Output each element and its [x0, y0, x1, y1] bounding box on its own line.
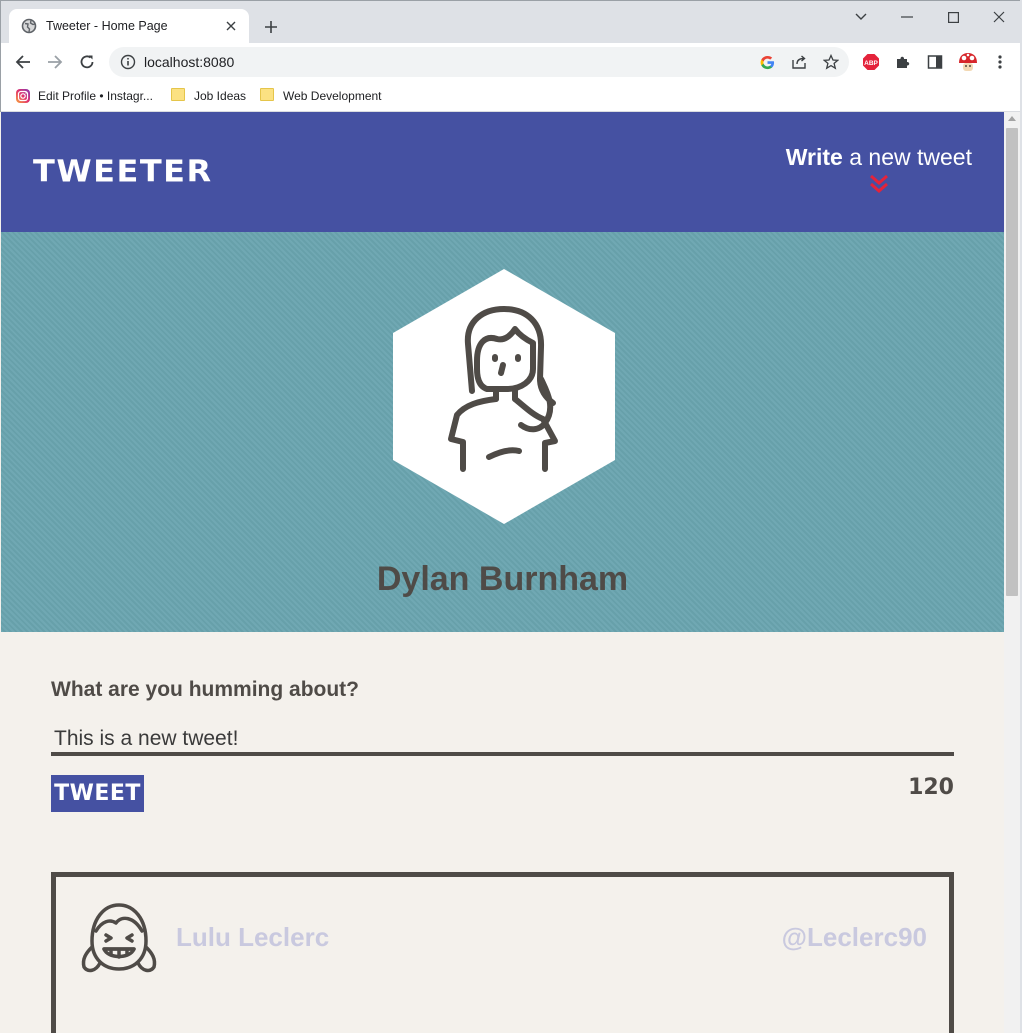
- instagram-icon: [15, 88, 31, 104]
- window-close-icon[interactable]: [981, 5, 1017, 29]
- adblock-icon[interactable]: ABP: [862, 53, 880, 71]
- profile-mushroom-icon[interactable]: [957, 51, 979, 73]
- page-scrollbar[interactable]: [1004, 112, 1020, 1033]
- bookmark-job-ideas[interactable]: Job Ideas: [171, 86, 246, 106]
- bookmarks-bar: Edit Profile • Instagr... Job Ideas Web …: [1, 81, 1021, 112]
- maximize-icon[interactable]: [935, 5, 971, 29]
- scroll-thumb[interactable]: [1006, 128, 1018, 596]
- tab-strip: Tweeter - Home Page: [1, 1, 1021, 43]
- tab-title: Tweeter - Home Page: [46, 19, 168, 33]
- info-icon[interactable]: [120, 54, 136, 70]
- profile-header: Dylan Burnham: [1, 232, 1004, 632]
- reload-icon[interactable]: [77, 52, 97, 72]
- back-arrow-icon[interactable]: [13, 52, 33, 72]
- character-counter: 120: [908, 775, 954, 800]
- tweet-author-name: Lulu Leclerc: [176, 922, 330, 952]
- write-new-tweet-toggle[interactable]: Write a new tweet: [786, 144, 972, 195]
- site-logo[interactable]: TWEETER: [33, 153, 213, 189]
- double-chevron-down-icon[interactable]: [868, 173, 890, 195]
- folder-icon: [260, 88, 276, 104]
- folder-icon: [171, 88, 187, 104]
- bookmark-label: Job Ideas: [194, 89, 247, 103]
- browser-toolbar: localhost:8080 ABP: [1, 43, 1021, 81]
- browser-chrome: Tweeter - Home Page localhost:8080 ABP E…: [0, 0, 1022, 112]
- tweet-card: Lulu Leclerc @Leclerc90: [51, 872, 954, 1033]
- google-icon[interactable]: [758, 53, 776, 71]
- forward-arrow-icon[interactable]: [45, 52, 65, 72]
- side-panel-icon[interactable]: [926, 53, 944, 71]
- bookmark-label: Edit Profile • Instagr...: [38, 89, 153, 103]
- puzzle-extensions-icon[interactable]: [894, 53, 912, 71]
- bookmark-web-development[interactable]: Web Development: [260, 86, 382, 106]
- compose-text[interactable]: Write a new tweet: [786, 144, 972, 171]
- new-tweet-form: What are you humming about? TWEET 120: [51, 678, 954, 812]
- svg-text:ABP: ABP: [864, 60, 878, 67]
- url-text: localhost:8080: [144, 54, 235, 70]
- minimize-icon[interactable]: [889, 5, 925, 29]
- top-nav: TWEETER Write a new tweet: [1, 112, 1004, 232]
- bookmark-label: Web Development: [283, 89, 382, 103]
- scroll-up-arrow-icon[interactable]: [1008, 116, 1016, 121]
- tweet-prompt-label: What are you humming about?: [51, 678, 359, 701]
- tweet-button[interactable]: TWEET: [51, 775, 144, 812]
- star-icon[interactable]: [822, 53, 840, 71]
- share-icon[interactable]: [790, 53, 808, 71]
- profile-name: Dylan Burnham: [376, 560, 629, 598]
- tweet-author-handle: @Leclerc90: [781, 922, 927, 952]
- tab-search-chevron-icon[interactable]: [843, 5, 879, 29]
- browser-tab[interactable]: Tweeter - Home Page: [9, 9, 249, 43]
- close-icon[interactable]: [223, 18, 239, 34]
- bookmark-edit-profile[interactable]: Edit Profile • Instagr...: [15, 86, 153, 106]
- compose-bold: Write: [785, 144, 843, 170]
- kebab-menu-icon[interactable]: [991, 53, 1009, 71]
- girl-avatar-icon: [81, 903, 157, 973]
- globe-icon: [21, 18, 37, 34]
- page-viewport: TWEETER Write a new tweet Dylan Burnham …: [1, 112, 1004, 1033]
- address-bar[interactable]: localhost:8080: [109, 47, 849, 77]
- new-tab-plus-icon[interactable]: [261, 17, 281, 37]
- woman-avatar-icon: [393, 269, 615, 524]
- tweet-textarea[interactable]: [51, 706, 954, 756]
- compose-rest: a new tweet: [842, 144, 972, 170]
